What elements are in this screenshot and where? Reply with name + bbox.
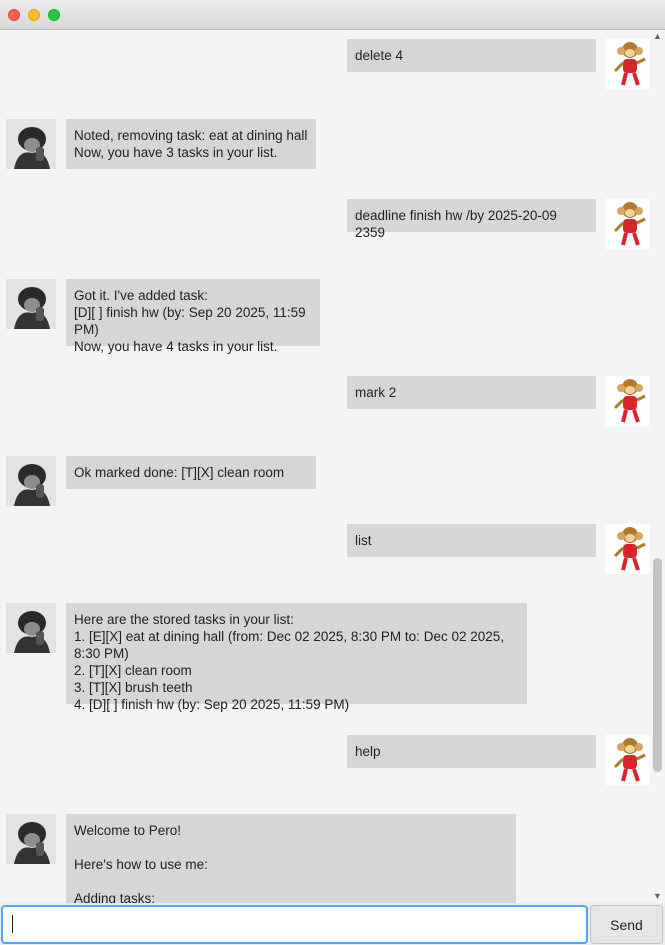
monkey-avatar-icon (605, 735, 650, 785)
monkey-avatar-icon (605, 199, 650, 249)
send-button[interactable]: Send (590, 905, 663, 944)
minimize-window-button[interactable] (28, 9, 40, 21)
title-bar (0, 0, 665, 30)
scroll-up-icon[interactable]: ▲ (653, 32, 662, 41)
dialog-container[interactable]: delete 4 Noted, removing task: eat at di… (0, 30, 650, 903)
chimpanzee-avatar-icon (6, 279, 56, 329)
scroll-down-icon[interactable]: ▼ (653, 892, 662, 901)
chimpanzee-avatar-icon (6, 456, 56, 506)
bot-message-bubble: Here are the stored tasks in your list: … (66, 603, 527, 712)
user-message-bubble: mark 2 (347, 376, 596, 409)
chimpanzee-avatar-icon (6, 603, 56, 653)
input-bar: Send (0, 903, 665, 945)
user-message-bubble: delete 4 (347, 39, 596, 72)
close-window-button[interactable] (8, 9, 20, 21)
message-input[interactable] (1, 905, 588, 944)
bot-message-bubble: Noted, removing task: eat at dining hall… (66, 119, 316, 169)
zoom-window-button[interactable] (48, 9, 60, 21)
text-caret (12, 915, 13, 933)
monkey-avatar-icon (605, 524, 650, 574)
bot-message-bubble: Got it. I've added task: [D][ ] finish h… (66, 279, 320, 354)
monkey-avatar-icon (605, 376, 650, 426)
user-message-bubble: list (347, 524, 596, 557)
user-message-bubble: deadline finish hw /by 2025-20-09 2359 (347, 199, 596, 240)
user-message-bubble: help (347, 735, 596, 768)
chimpanzee-avatar-icon (6, 814, 56, 864)
bot-message-bubble: Ok marked done: [T][X] clean room (66, 456, 316, 489)
monkey-avatar-icon (605, 39, 650, 89)
chimpanzee-avatar-icon (6, 119, 56, 169)
vertical-scrollbar[interactable]: ▲ ▼ (650, 30, 665, 903)
bot-message-bubble: Welcome to Pero! Here's how to use me: A… (66, 814, 516, 903)
scroll-thumb[interactable] (653, 558, 662, 772)
